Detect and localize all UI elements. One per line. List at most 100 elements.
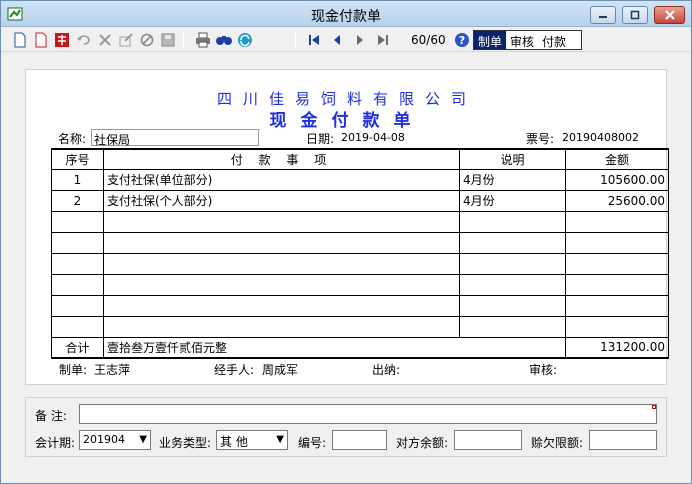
chevron-down-icon: ▼ bbox=[276, 434, 284, 445]
undo-icon[interactable] bbox=[75, 31, 93, 49]
row-item[interactable] bbox=[103, 252, 460, 275]
next-record-icon[interactable] bbox=[351, 31, 369, 49]
find-icon[interactable] bbox=[215, 31, 233, 49]
row-item[interactable] bbox=[103, 210, 460, 233]
row-note[interactable] bbox=[459, 231, 566, 254]
svg-text:?: ? bbox=[459, 34, 465, 47]
date-value[interactable]: 2019-04-08 bbox=[339, 131, 405, 144]
row-item[interactable]: 支付社保(单位部分) bbox=[103, 168, 460, 191]
mode-tab-audit[interactable]: 审核 bbox=[506, 31, 538, 49]
first-record-icon[interactable] bbox=[305, 31, 323, 49]
row-amount[interactable] bbox=[565, 294, 669, 317]
row-item[interactable] bbox=[103, 315, 460, 338]
record-counter: 60/60 bbox=[411, 33, 446, 47]
period-select[interactable]: 201904 ▼ bbox=[79, 430, 151, 450]
row-item[interactable] bbox=[103, 273, 460, 296]
name-label: 名称: bbox=[58, 132, 87, 146]
row-note[interactable] bbox=[459, 252, 566, 275]
total-row: 合计 壹拾叁万壹仟贰佰元整 131200.00 bbox=[51, 336, 669, 359]
auditor-label: 审核: bbox=[529, 363, 558, 377]
close-icon bbox=[664, 10, 675, 20]
total-label: 合计 bbox=[51, 336, 104, 359]
row-amount[interactable] bbox=[565, 210, 669, 233]
red-seal-icon[interactable] bbox=[53, 31, 71, 49]
row-note[interactable] bbox=[459, 315, 566, 338]
column-header-amount: 金额 bbox=[565, 148, 669, 170]
balance-input[interactable] bbox=[454, 430, 522, 450]
row-no bbox=[51, 273, 104, 296]
row-item[interactable]: 支付社保(个人部分) bbox=[103, 189, 460, 212]
table-row[interactable]: 2 支付社保(个人部分) 4月份 25600.00 bbox=[51, 189, 669, 212]
row-no bbox=[51, 210, 104, 233]
row-amount[interactable] bbox=[565, 273, 669, 296]
table-row[interactable] bbox=[51, 210, 669, 233]
table-row[interactable] bbox=[51, 252, 669, 275]
chevron-down-icon: ▼ bbox=[139, 434, 147, 445]
row-amount[interactable] bbox=[565, 252, 669, 275]
payment-lines-table: 序号 付 款 事 项 说明 金额 1 支付社保(单位部分) 4月份 105600… bbox=[51, 148, 669, 359]
credit-limit-label: 赊欠限额: bbox=[531, 436, 584, 450]
help-icon[interactable]: ? bbox=[453, 31, 471, 49]
minimize-button[interactable] bbox=[590, 6, 616, 24]
total-amount-in-words: 壹拾叁万壹仟贰佰元整 bbox=[103, 336, 566, 359]
table-row[interactable] bbox=[51, 315, 669, 338]
new-document-icon[interactable] bbox=[11, 31, 29, 49]
period-label: 会计期: bbox=[35, 436, 76, 450]
row-note[interactable] bbox=[459, 273, 566, 296]
row-no: 2 bbox=[51, 189, 104, 212]
remark-input[interactable] bbox=[79, 404, 657, 424]
save-icon[interactable] bbox=[159, 31, 177, 49]
previous-record-icon[interactable] bbox=[328, 31, 346, 49]
delete-icon[interactable] bbox=[96, 31, 114, 49]
column-header-no: 序号 bbox=[51, 148, 104, 170]
period-select-value: 201904 bbox=[83, 433, 125, 446]
business-type-select[interactable]: 其 他 ▼ bbox=[216, 430, 288, 450]
edit-icon[interactable] bbox=[117, 31, 135, 49]
document-title: 现金付款单 bbox=[269, 111, 425, 131]
date-label: 日期: bbox=[306, 132, 335, 146]
balance-label: 对方余额: bbox=[396, 436, 449, 450]
table-header-row: 序号 付 款 事 项 说明 金额 bbox=[51, 148, 669, 170]
maximize-icon bbox=[630, 10, 640, 20]
row-amount[interactable] bbox=[565, 315, 669, 338]
last-record-icon[interactable] bbox=[374, 31, 392, 49]
business-type-label: 业务类型: bbox=[159, 436, 212, 450]
row-note[interactable]: 4月份 bbox=[459, 168, 566, 191]
minimize-icon bbox=[599, 16, 607, 18]
row-amount[interactable]: 25600.00 bbox=[565, 189, 669, 212]
column-header-note: 说明 bbox=[459, 148, 566, 170]
payee-name-field[interactable]: 社保局 bbox=[91, 129, 259, 147]
row-no bbox=[51, 294, 104, 317]
refresh-icon[interactable] bbox=[236, 31, 254, 49]
row-amount[interactable] bbox=[565, 231, 669, 254]
table-row[interactable] bbox=[51, 273, 669, 296]
row-item[interactable] bbox=[103, 294, 460, 317]
mode-tab-make[interactable]: 制单 bbox=[474, 31, 507, 49]
mode-tab-pay[interactable]: 付款 bbox=[538, 31, 570, 49]
business-type-value: 其 他 bbox=[220, 435, 248, 449]
table-row[interactable] bbox=[51, 231, 669, 254]
row-amount[interactable]: 105600.00 bbox=[565, 168, 669, 191]
table-row[interactable]: 1 支付社保(单位部分) 4月份 105600.00 bbox=[51, 168, 669, 191]
voucher-details-form: 备 注: 会计期: 201904 ▼ 业务类型: 其 他 ▼ 编号: 对方余额:… bbox=[25, 397, 667, 457]
toolbar: 60/60 ? 制单 审核 付款 bbox=[1, 28, 691, 52]
table-row[interactable] bbox=[51, 294, 669, 317]
ticket-number: 20190408002 bbox=[562, 131, 639, 144]
blank-document-icon[interactable] bbox=[32, 31, 50, 49]
row-note[interactable]: 4月份 bbox=[459, 189, 566, 212]
print-icon[interactable] bbox=[194, 31, 212, 49]
total-amount: 131200.00 bbox=[565, 336, 669, 359]
number-input[interactable] bbox=[332, 430, 387, 450]
maximize-button[interactable] bbox=[622, 6, 648, 24]
row-no bbox=[51, 252, 104, 275]
row-item[interactable] bbox=[103, 231, 460, 254]
cancel-icon[interactable] bbox=[138, 31, 156, 49]
close-button[interactable] bbox=[654, 6, 685, 24]
row-note[interactable] bbox=[459, 294, 566, 317]
credit-limit-input[interactable] bbox=[589, 430, 657, 450]
row-no bbox=[51, 315, 104, 338]
row-no bbox=[51, 231, 104, 254]
row-note[interactable] bbox=[459, 210, 566, 233]
ticket-label: 票号: bbox=[526, 132, 555, 146]
remark-label: 备 注: bbox=[35, 409, 67, 423]
